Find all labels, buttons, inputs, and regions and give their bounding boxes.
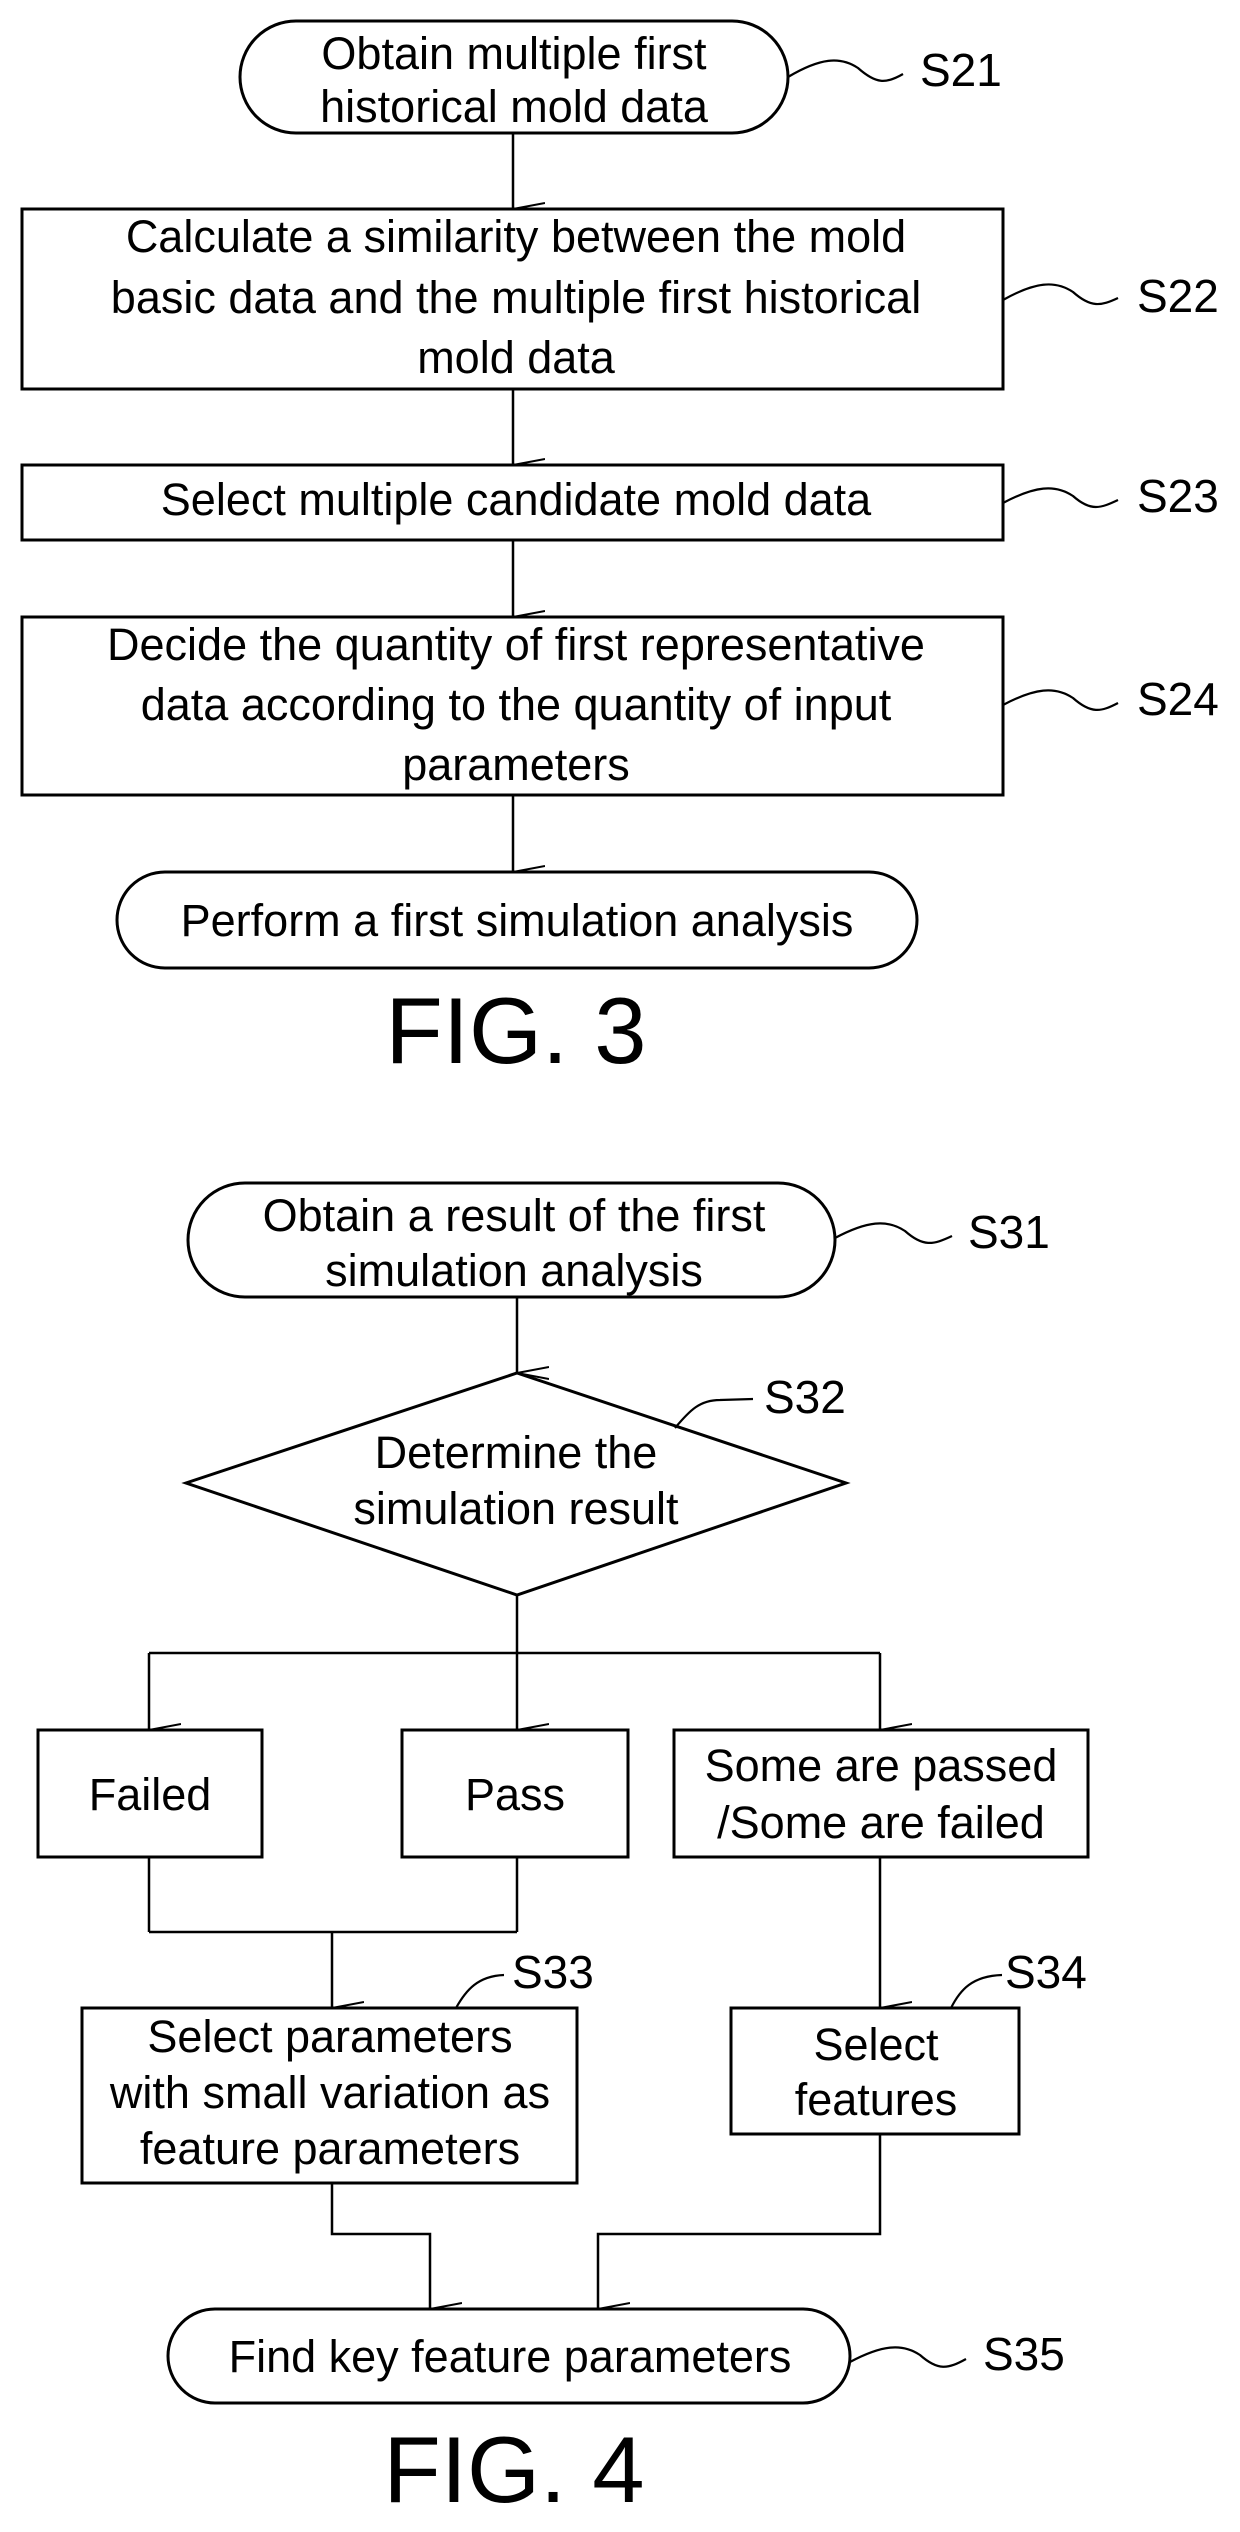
leader-s23: [1002, 487, 1119, 509]
step-label-s24: S24: [1137, 673, 1219, 725]
node-s22-line-1: Calculate a similarity between the mold: [126, 211, 906, 262]
node-s33-line-2: with small variation as: [109, 2067, 550, 2118]
node-failed: Failed: [36, 1728, 264, 1859]
node-s31-terminal: Obtain a result of the first simulation …: [186, 1181, 837, 1299]
node-simulation-terminal: Perform a first simulation analysis: [115, 870, 919, 970]
step-label-s23: S23: [1137, 470, 1219, 522]
patent-flowcharts: Obtain multiple first historical mold da…: [20, 19, 1219, 2522]
step-label-s35: S35: [983, 2328, 1065, 2380]
figure-3: Obtain multiple first historical mold da…: [20, 19, 1219, 1083]
node-s23-process: Select multiple candidate mold data: [20, 463, 1005, 542]
node-s22-process: Calculate a similarity between the mold …: [20, 207, 1005, 391]
leader-s35: [849, 2346, 967, 2368]
figure-3-title: FIG. 3: [385, 978, 646, 1083]
node-s23-line-1: Select multiple candidate mold data: [161, 474, 872, 525]
leader-s34: [950, 1973, 1003, 2009]
step-label-s32: S32: [764, 1371, 846, 1423]
figure-4-title: FIG. 4: [383, 2417, 644, 2522]
leader-s33: [455, 1973, 505, 2009]
node-pass-label: Pass: [465, 1769, 565, 1820]
node-s22-line-2: basic data and the multiple first histor…: [111, 272, 921, 323]
node-s24-line-3: parameters: [402, 739, 630, 790]
node-pass: Pass: [400, 1728, 630, 1859]
node-s34-line-2: features: [795, 2074, 958, 2125]
node-failed-label: Failed: [89, 1769, 212, 1820]
node-s21-terminal: Obtain multiple first historical mold da…: [238, 19, 790, 135]
node-s31-line-2: simulation analysis: [325, 1245, 703, 1296]
node-s21-line-2: historical mold data: [320, 81, 709, 132]
leader-s31: [834, 1222, 953, 1244]
step-label-s22: S22: [1137, 270, 1219, 322]
branch-connectors: [147, 1595, 880, 1730]
node-s33-process: Select parameters with small variation a…: [80, 2006, 579, 2185]
leader-s32: [674, 1397, 754, 1429]
step-label-s33: S33: [512, 1946, 594, 1998]
node-s22-line-3: mold data: [417, 332, 616, 383]
node-s34-line-1: Select: [813, 2019, 939, 2070]
leader-s24: [1002, 689, 1119, 711]
figure-4: Obtain a result of the first simulation …: [36, 1181, 1090, 2522]
node-partial-line-1: Some are passed: [705, 1740, 1058, 1791]
node-s33-line-1: Select parameters: [147, 2011, 512, 2062]
node-end-line-1: Perform a first simulation analysis: [181, 895, 854, 946]
node-s31-line-1: Obtain a result of the first: [263, 1190, 766, 1241]
node-s34-process: Select features: [729, 2006, 1021, 2136]
node-s32-line-1: Determine the: [375, 1427, 658, 1478]
leader-s22: [1002, 283, 1119, 306]
node-partial: Some are passed /Some are failed: [672, 1728, 1090, 1859]
node-s35-terminal: Find key feature parameters: [166, 2307, 852, 2405]
node-s33-line-3: feature parameters: [140, 2123, 520, 2174]
step-label-s21: S21: [920, 44, 1002, 96]
node-s24-line-2: data according to the quantity of input: [141, 679, 892, 730]
node-partial-line-2: /Some are failed: [717, 1797, 1045, 1848]
step-label-s31: S31: [968, 1206, 1050, 1258]
node-s24-line-1: Decide the quantity of first representat…: [107, 619, 925, 670]
leader-s21: [787, 59, 904, 82]
node-s32-decision: Determine the simulation result: [181, 1371, 851, 1597]
node-s32-line-2: simulation result: [353, 1483, 679, 1534]
node-s24-process: Decide the quantity of first representat…: [20, 615, 1005, 797]
step-label-s34: S34: [1005, 1946, 1087, 1998]
node-s35-line-1: Find key feature parameters: [229, 2331, 792, 2382]
node-s21-line-1: Obtain multiple first: [321, 28, 707, 79]
